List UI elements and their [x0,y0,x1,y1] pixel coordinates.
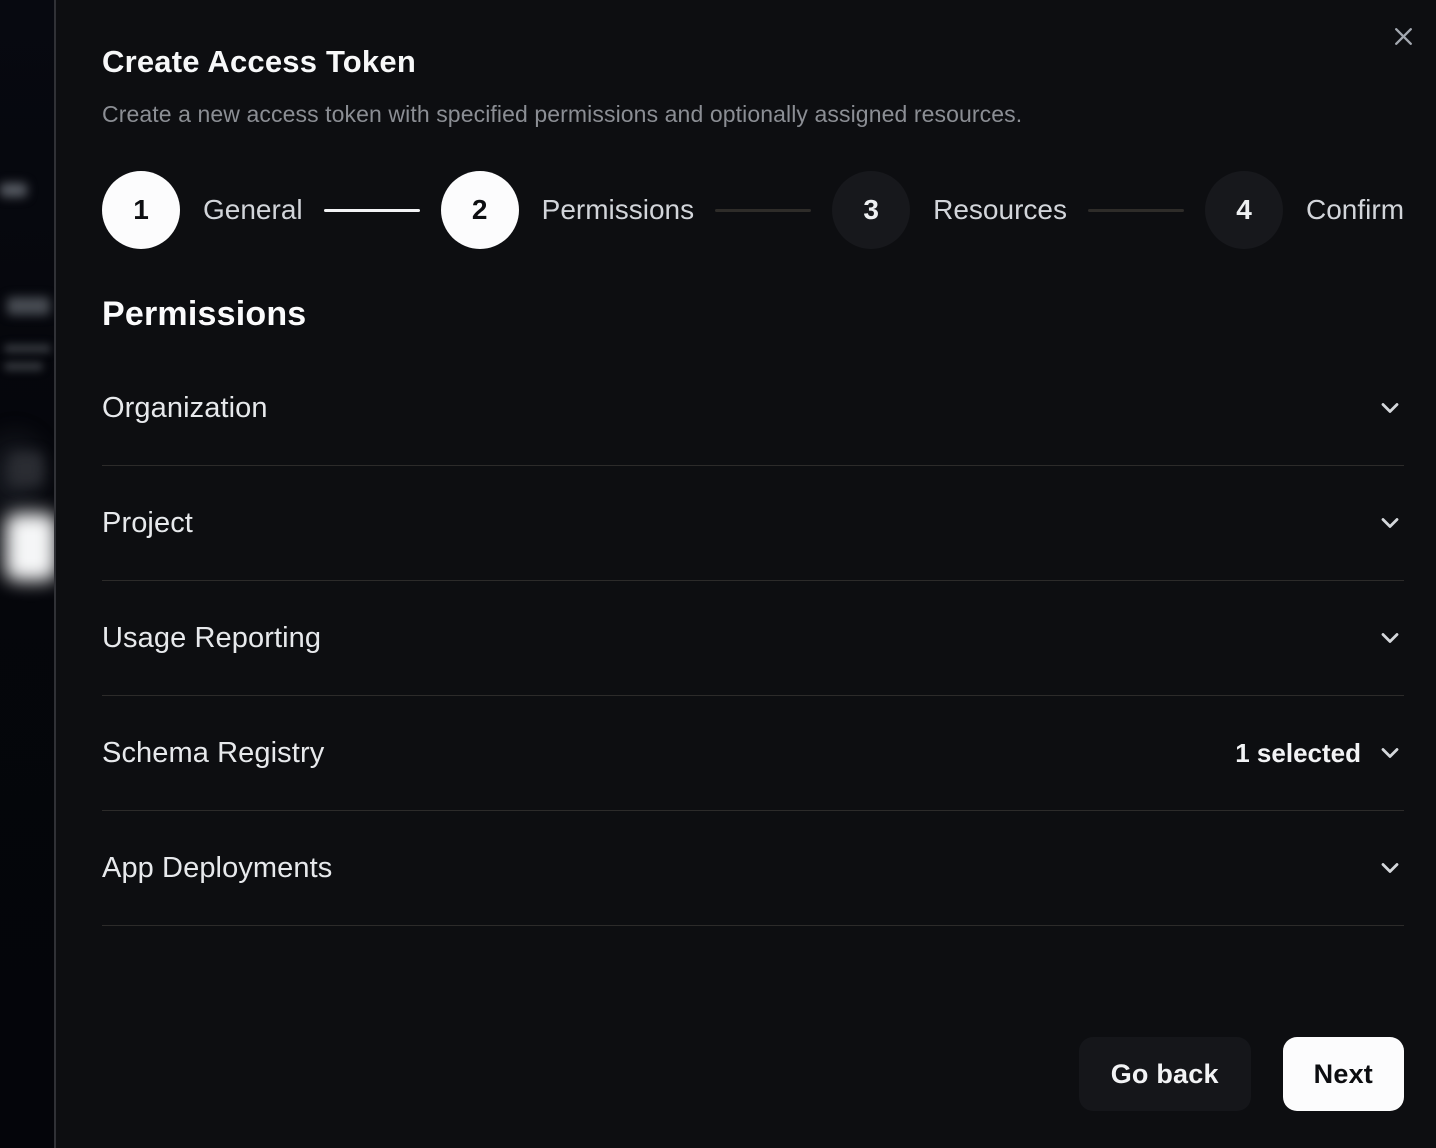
chevron-down-icon [1376,509,1404,537]
accordion-label: Project [102,507,193,540]
step-1-label: General [203,194,303,226]
stepper: 1 General 2 Permissions 3 Resources 4 Co… [102,171,1404,249]
step-resources[interactable]: 3 Resources [832,171,1067,249]
accordion-row-usage-reporting[interactable]: Usage Reporting [102,581,1404,696]
stepper-connector-upcoming [1088,209,1184,212]
accordion-row-controls [1376,624,1404,652]
accordion-row-controls: 1 selected [1235,738,1404,769]
blurred-background-text [4,362,43,371]
selection-count-badge: 1 selected [1235,738,1361,769]
chevron-down-icon [1376,624,1404,652]
blurred-background-text [4,344,51,353]
step-2-circle: 2 [441,171,519,249]
accordion-row-controls [1376,394,1404,422]
blurred-background-text [0,183,27,197]
accordion-row-organization[interactable]: Organization [102,351,1404,466]
background-page [0,0,56,1148]
accordion-label: App Deployments [102,852,332,885]
step-general[interactable]: 1 General [102,171,303,249]
next-button[interactable]: Next [1283,1037,1404,1111]
accordion-row-project[interactable]: Project [102,466,1404,581]
accordion-label: Usage Reporting [102,622,321,655]
close-icon [1391,24,1416,49]
blurred-background-text [7,297,50,315]
step-4-circle: 4 [1205,171,1283,249]
step-confirm[interactable]: 4 Confirm [1205,171,1404,249]
permissions-heading: Permissions [102,295,1404,334]
accordion-row-controls [1376,509,1404,537]
accordion-row-app-deployments[interactable]: App Deployments [102,811,1404,926]
close-button[interactable] [1387,20,1419,52]
stepper-connector-complete [324,209,420,212]
screen: Create Access Token Create a new access … [0,0,1436,1148]
accordion-label: Schema Registry [102,737,324,770]
step-3-circle: 3 [832,171,910,249]
stepper-connector-upcoming [715,209,811,212]
blurred-background-icon [9,452,43,486]
accordion-row-schema-registry[interactable]: Schema Registry 1 selected [102,696,1404,811]
step-2-label: Permissions [542,194,694,226]
create-access-token-dialog: Create Access Token Create a new access … [54,0,1436,1148]
step-1-circle: 1 [102,171,180,249]
step-3-label: Resources [933,194,1067,226]
go-back-button[interactable]: Go back [1079,1037,1251,1111]
chevron-down-icon [1376,394,1404,422]
dialog-subtitle: Create a new access token with specified… [102,101,1404,128]
chevron-down-icon [1376,854,1404,882]
permissions-accordion: Organization Project Usage [102,351,1404,926]
chevron-down-icon [1376,739,1404,767]
step-4-label: Confirm [1306,194,1404,226]
accordion-row-controls [1376,854,1404,882]
accordion-label: Organization [102,392,268,425]
dialog-title: Create Access Token [102,0,1404,80]
blurred-background-card [5,513,56,581]
dialog-footer: Go back Next [102,1037,1404,1111]
step-permissions[interactable]: 2 Permissions [441,171,694,249]
